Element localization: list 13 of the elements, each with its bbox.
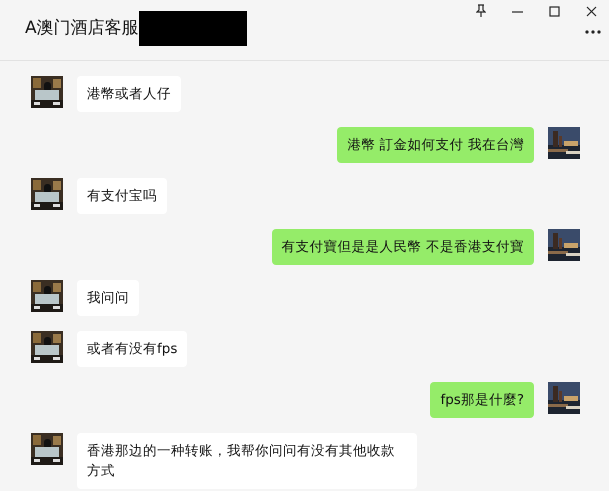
- sent-message: 有支付寶但是是人民幣 不是香港支付寶: [272, 229, 534, 265]
- more-icon[interactable]: [585, 30, 601, 34]
- window-title: A澳门酒店客服: [25, 16, 139, 40]
- received-message: 我问问: [77, 280, 139, 316]
- close-icon[interactable]: [586, 4, 597, 18]
- maximize-icon[interactable]: [549, 4, 560, 18]
- received-message: 香港那边的一种转账，我帮你问问有没有其他收款方式: [77, 433, 417, 489]
- sent-message: 港幣 訂金如何支付 我在台灣: [337, 127, 534, 163]
- pin-icon[interactable]: [476, 4, 486, 18]
- received-message: 港幣或者人仔: [77, 76, 181, 112]
- sent-message: fps那是什麼?: [430, 382, 534, 418]
- received-message: 或者有没有fps: [77, 331, 188, 367]
- received-message: 有支付宝吗: [77, 178, 167, 214]
